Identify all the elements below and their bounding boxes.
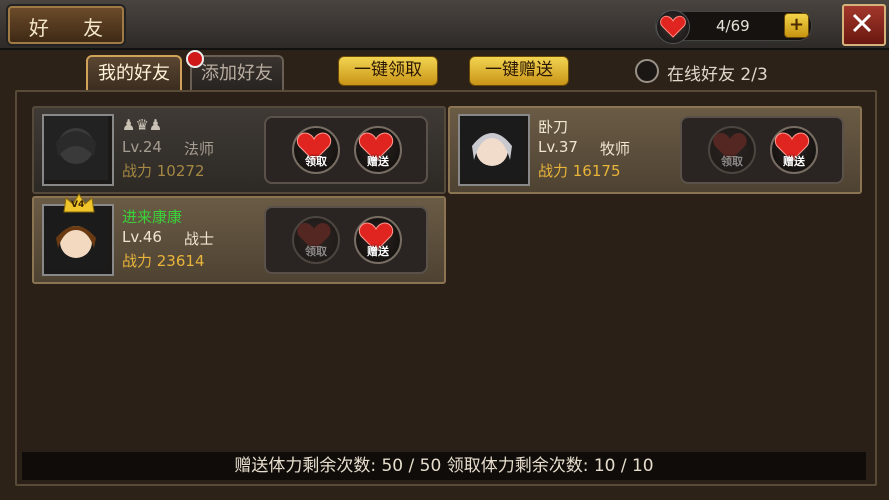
avatar[interactable] bbox=[42, 114, 114, 186]
stamina-count: 4/69 bbox=[716, 17, 750, 35]
gift-actions: 领取 赠送 bbox=[680, 116, 844, 184]
friend-class: 牧师 bbox=[600, 140, 631, 158]
close-button[interactable] bbox=[842, 4, 886, 46]
send-button[interactable]: 赠送 bbox=[770, 126, 818, 174]
rank-icons: ♟♛♟ bbox=[122, 116, 163, 134]
claim-label: 领取 bbox=[721, 155, 743, 168]
friend-card: V4 进来康康 Lv.46 战士 战力 23614 领取 赠送 bbox=[32, 193, 446, 284]
claim-button[interactable]: 领取 bbox=[292, 126, 340, 174]
claim-button[interactable]: 领取 bbox=[708, 126, 756, 174]
crown-icon: V4 bbox=[62, 192, 96, 214]
claim-label: 领取 bbox=[305, 245, 327, 258]
gift-actions: 领取 赠送 bbox=[264, 206, 428, 274]
send-button[interactable]: 赠送 bbox=[354, 126, 402, 174]
friend-name: 卧刀 bbox=[538, 118, 569, 136]
tab-add-friends[interactable]: 添加好友 bbox=[190, 55, 284, 93]
friend-class: 战士 bbox=[184, 230, 215, 248]
heart-icon bbox=[656, 10, 690, 44]
send-label: 赠送 bbox=[783, 155, 805, 168]
friend-power: 战力 10272 bbox=[122, 162, 205, 180]
friend-power: 战力 23614 bbox=[122, 252, 205, 270]
send-label: 赠送 bbox=[367, 155, 389, 168]
gift-actions: 领取 赠送 bbox=[264, 116, 428, 184]
friend-level: Lv.37 bbox=[538, 138, 578, 156]
stamina-remaining-footer: 赠送体力剩余次数: 50 / 50 领取体力剩余次数: 10 / 10 bbox=[22, 452, 866, 480]
avatar[interactable] bbox=[458, 114, 530, 186]
friend-level: Lv.46 bbox=[122, 228, 162, 246]
window-title: 好 友 bbox=[28, 16, 118, 40]
online-friends-label: 在线好友 2/3 bbox=[667, 65, 768, 85]
close-icon bbox=[852, 13, 872, 33]
tab-my-friends[interactable]: 我的好友 bbox=[86, 55, 182, 93]
friend-level: Lv.24 bbox=[122, 138, 162, 156]
friends-window: 好 友 4/69 + 我的好友 添加好友 一键领取 一键赠送 在线好友 2/3 … bbox=[0, 0, 889, 500]
online-filter-radio[interactable] bbox=[635, 59, 659, 83]
friend-power: 战力 16175 bbox=[538, 162, 621, 180]
send-all-button[interactable]: 一键赠送 bbox=[469, 56, 569, 86]
add-stamina-button[interactable]: + bbox=[784, 13, 809, 38]
vip-badge: V4 bbox=[71, 200, 85, 210]
send-label: 赠送 bbox=[367, 245, 389, 258]
notification-dot-icon bbox=[186, 50, 204, 68]
claim-label: 领取 bbox=[305, 155, 327, 168]
avatar[interactable] bbox=[42, 204, 114, 276]
friend-card: ♟♛♟ Lv.24 法师 战力 10272 领取 赠送 bbox=[32, 106, 446, 194]
send-button[interactable]: 赠送 bbox=[354, 216, 402, 264]
claim-all-button[interactable]: 一键领取 bbox=[338, 56, 438, 86]
claim-button[interactable]: 领取 bbox=[292, 216, 340, 264]
title-plate: 好 友 bbox=[8, 6, 124, 44]
friend-card: 卧刀 Lv.37 牧师 战力 16175 领取 赠送 bbox=[448, 106, 862, 194]
friend-class: 法师 bbox=[184, 140, 215, 158]
friend-name: 进来康康 bbox=[122, 208, 183, 226]
